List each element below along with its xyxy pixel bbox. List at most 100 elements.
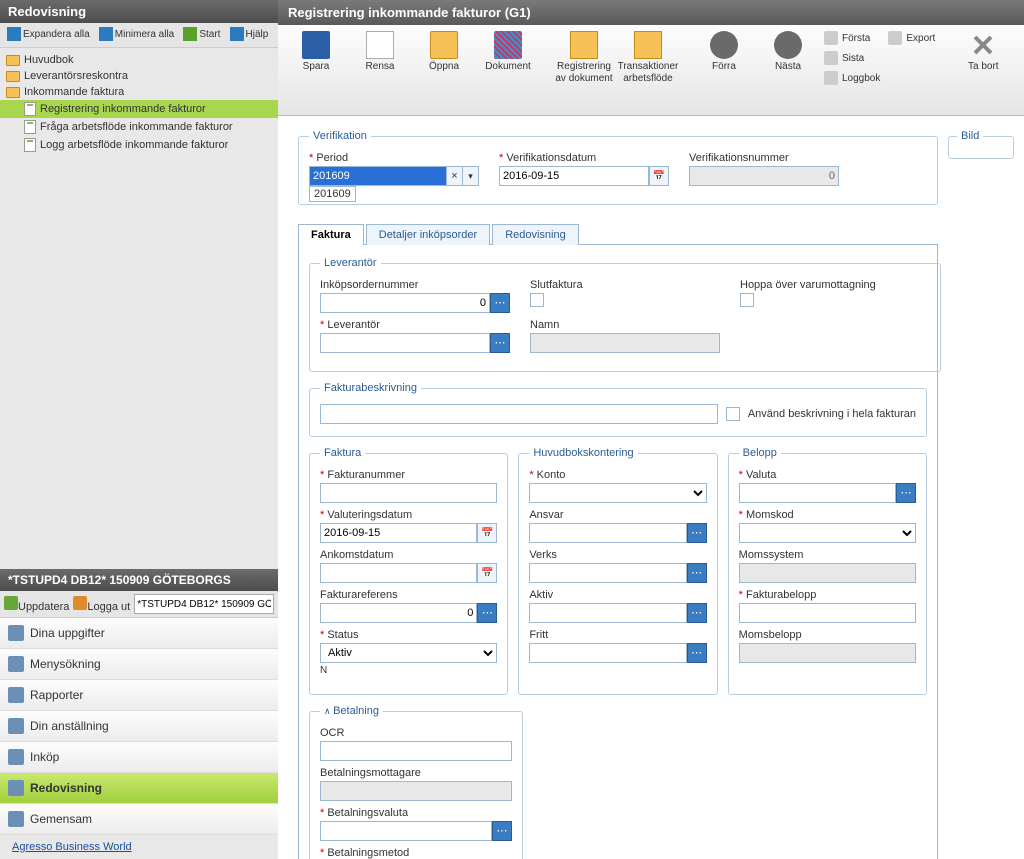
pay-currency-input[interactable] <box>320 821 492 841</box>
skip-receipt-checkbox[interactable] <box>740 293 754 307</box>
fritt-lookup-button[interactable] <box>687 643 707 663</box>
log-button[interactable]: Loggbok <box>820 69 884 87</box>
nav-menysokning[interactable]: Menysökning <box>0 649 278 680</box>
nav-redovisning[interactable]: Redovisning <box>0 773 278 804</box>
refresh-icon <box>4 596 18 610</box>
register-icon <box>570 31 598 59</box>
final-invoice-checkbox[interactable] <box>530 293 544 307</box>
expand-all-button[interactable]: Expandera alla <box>4 26 93 42</box>
document-button[interactable]: Dokument <box>476 29 540 75</box>
verification-group: Verifikation * Period 201609 <box>298 130 938 205</box>
verif-date-input[interactable] <box>499 166 649 186</box>
invoice-ref-label: Fakturareferens <box>320 589 497 601</box>
po-input[interactable] <box>320 293 490 313</box>
form-area: Verifikation * Period 201609 <box>278 116 1024 859</box>
tab-redovisning[interactable]: Redovisning <box>492 224 579 245</box>
footer-link[interactable]: Agresso Business World <box>0 835 278 859</box>
verif-num-field <box>689 166 839 186</box>
konto-select[interactable] <box>529 483 706 503</box>
next-button[interactable]: Nästa <box>756 29 820 75</box>
invoice-ref-input[interactable] <box>320 603 477 623</box>
user-icon <box>8 625 24 641</box>
last-button[interactable]: Sista <box>820 49 884 67</box>
po-lookup-button[interactable] <box>490 293 510 313</box>
context-title: *TSTUPD4 DB12* 150909 GÖTEBORGS <box>0 569 278 591</box>
valuta-input[interactable] <box>739 483 896 503</box>
delete-icon <box>969 31 997 59</box>
nav-rapporter[interactable]: Rapporter <box>0 680 278 711</box>
collapse-all-button[interactable]: Minimera alla <box>96 26 177 42</box>
nav-gemensam[interactable]: Gemensam <box>0 804 278 835</box>
help-button[interactable]: Hjälp <box>227 26 272 42</box>
fritt-input[interactable] <box>529 643 686 663</box>
ansvar-lookup-button[interactable] <box>687 523 707 543</box>
period-input[interactable] <box>309 166 447 186</box>
verks-input[interactable] <box>529 563 686 583</box>
status-select[interactable]: Aktiv <box>320 643 497 663</box>
use-description-checkbox[interactable] <box>726 407 740 421</box>
aktiv-input[interactable] <box>529 603 686 623</box>
ansvar-input[interactable] <box>529 523 686 543</box>
transactions-button[interactable]: Transaktioner arbetsflöde <box>616 29 680 87</box>
tab-faktura[interactable]: Faktura <box>298 224 364 245</box>
period-clear-button[interactable] <box>447 166 463 186</box>
export-button[interactable]: Export <box>884 29 939 47</box>
period-autocomplete-item[interactable]: 201609 <box>309 186 356 202</box>
calendar-icon[interactable] <box>649 166 669 186</box>
period-dropdown-button[interactable] <box>463 166 479 186</box>
arrival-date-input[interactable] <box>320 563 477 583</box>
folder-open-icon <box>6 87 20 98</box>
tree-node-registrering[interactable]: Registrering inkommande fakturor <box>0 100 278 118</box>
ocr-input[interactable] <box>320 741 512 761</box>
ribbon: Spara Rensa Öppna Dokument Registrering … <box>278 25 1024 116</box>
context-input[interactable] <box>134 594 274 614</box>
ref-lookup-button[interactable] <box>477 603 497 623</box>
nav-inkop[interactable]: Inköp <box>0 742 278 773</box>
minus-icon <box>99 27 113 41</box>
vendor-input[interactable] <box>320 333 490 353</box>
tab-detaljer[interactable]: Detaljer inköpsorder <box>366 224 490 245</box>
aktiv-lookup-button[interactable] <box>687 603 707 623</box>
log-icon <box>824 71 838 85</box>
clear-button[interactable]: Rensa <box>348 29 412 75</box>
valuta-lookup-button[interactable] <box>896 483 916 503</box>
first-button[interactable]: Första <box>820 29 884 47</box>
calendar-icon[interactable] <box>477 523 497 543</box>
tree-node-logg-arbetsflode[interactable]: Logg arbetsflöde inkommande fakturor <box>0 136 278 154</box>
momskod-select[interactable] <box>739 523 916 543</box>
logout-button[interactable]: Logga ut <box>73 596 130 613</box>
tree-node-leverantorsreskontra[interactable]: Leverantörsreskontra <box>0 68 278 84</box>
calendar-icon[interactable] <box>477 563 497 583</box>
verks-lookup-button[interactable] <box>687 563 707 583</box>
invoice-group: Faktura * Fakturanummer * Valuteringsdat… <box>309 447 508 695</box>
save-button[interactable]: Spara <box>284 29 348 75</box>
gl-coding-legend: Huvudbokskontering <box>529 447 637 459</box>
description-input[interactable] <box>320 404 718 424</box>
vendor-legend: Leverantör <box>320 257 381 269</box>
register-doc-button[interactable]: Registrering av dokument <box>552 29 616 87</box>
payment-legend[interactable]: Betalning <box>320 705 383 717</box>
valdate-input[interactable] <box>320 523 477 543</box>
tree-node-huvudbok[interactable]: Huvudbok <box>0 52 278 68</box>
spacer <box>0 158 278 569</box>
delete-button[interactable]: Ta bort <box>951 29 1015 75</box>
tree-node-inkommande-faktura[interactable]: Inkommande faktura <box>0 84 278 100</box>
tree-node-fraga-arbetsflode[interactable]: Fråga arbetsflöde inkommande fakturor <box>0 118 278 136</box>
start-button[interactable]: Start <box>180 26 223 42</box>
prev-button[interactable]: Förra <box>692 29 756 75</box>
use-description-label: Använd beskrivning i hela fakturan <box>748 408 916 420</box>
vendor-lookup-button[interactable] <box>490 333 510 353</box>
momskod-label: * Momskod <box>739 509 916 521</box>
verks-label: Verks <box>529 549 706 561</box>
refresh-button[interactable]: Uppdatera <box>4 596 69 613</box>
pay-currency-lookup-button[interactable] <box>492 821 512 841</box>
nav-dina-uppgifter[interactable]: Dina uppgifter <box>0 618 278 649</box>
tree-toolbar: Expandera alla Minimera alla Start Hjälp <box>0 23 278 48</box>
open-button[interactable]: Öppna <box>412 29 476 75</box>
fakturabelopp-input[interactable] <box>739 603 916 623</box>
gl-coding-group: Huvudbokskontering * Konto Ansvar Verks … <box>518 447 717 695</box>
invoice-num-input[interactable] <box>320 483 497 503</box>
arrival-date-label: Ankomstdatum <box>320 549 497 561</box>
nav-din-anstallning[interactable]: Din anställning <box>0 711 278 742</box>
po-label: Inköpsordernummer <box>320 279 510 291</box>
